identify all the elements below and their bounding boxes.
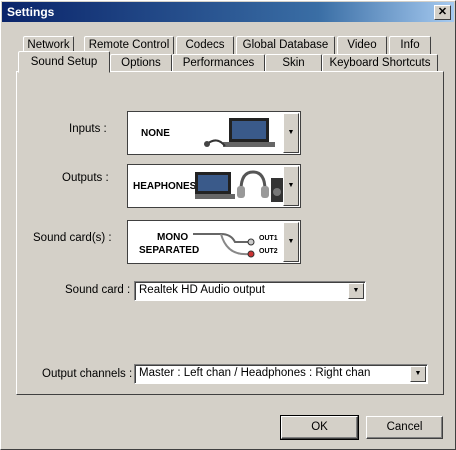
soundcards-picker[interactable]: MONO SEPARATED OUT1 OUT2 ▼ bbox=[127, 220, 301, 264]
dropdown-arrow-icon: ▼ bbox=[287, 129, 295, 136]
output-channels-select[interactable]: Master : Left chan / Headphones : Right … bbox=[134, 364, 428, 384]
soundcard-select-value: Realtek HD Audio output bbox=[139, 284, 265, 296]
outputs-dropdown-button[interactable]: ▼ bbox=[283, 166, 299, 206]
outputs-devices-graphic bbox=[195, 170, 283, 202]
output-channels-label: Output channels : bbox=[42, 368, 133, 380]
window-title: Settings bbox=[7, 5, 55, 19]
outputs-value: HEAPHONES bbox=[133, 181, 197, 192]
tab-info[interactable]: Info bbox=[389, 36, 431, 55]
inputs-dropdown-button[interactable]: ▼ bbox=[283, 113, 299, 153]
title-bar[interactable]: Settings ✕ bbox=[2, 2, 454, 22]
close-icon: ✕ bbox=[437, 6, 448, 18]
soundcards-label: Sound card(s) : bbox=[33, 232, 112, 244]
headphones-icon bbox=[239, 170, 267, 191]
close-button[interactable]: ✕ bbox=[434, 5, 451, 20]
out1-label: OUT1 bbox=[259, 235, 278, 242]
inputs-label: Inputs : bbox=[69, 123, 107, 135]
inputs-image: NONE bbox=[129, 113, 284, 153]
soundcards-dropdown-button[interactable]: ▼ bbox=[283, 222, 299, 262]
inputs-value: NONE bbox=[141, 128, 170, 139]
dropdown-arrow-icon: ▼ bbox=[287, 182, 295, 189]
out2-label: OUT2 bbox=[259, 248, 278, 255]
tab-global-database[interactable]: Global Database bbox=[236, 36, 335, 55]
inputs-picker[interactable]: NONE ▼ bbox=[127, 111, 301, 155]
dropdown-arrow-icon[interactable]: ▼ bbox=[348, 283, 364, 299]
sound-setup-panel: Inputs : NONE ▼ Outputs : HEAPHONES ▼ So… bbox=[16, 71, 444, 395]
tab-codecs[interactable]: Codecs bbox=[176, 36, 234, 55]
outputs-picker[interactable]: HEAPHONES ▼ bbox=[127, 164, 301, 208]
dropdown-arrow-icon[interactable]: ▼ bbox=[410, 366, 426, 382]
outputs-label: Outputs : bbox=[62, 172, 109, 184]
dropdown-arrow-icon: ▼ bbox=[287, 238, 295, 245]
output-channels-select-value: Master : Left chan / Headphones : Right … bbox=[139, 367, 371, 379]
outputs-image: HEAPHONES bbox=[129, 166, 284, 206]
tab-video[interactable]: Video bbox=[337, 36, 387, 55]
soundcards-value-line1: MONO bbox=[157, 232, 189, 243]
soundcard-select[interactable]: Realtek HD Audio output ▼ bbox=[134, 281, 366, 301]
soundcards-image: MONO SEPARATED OUT1 OUT2 bbox=[129, 222, 284, 262]
cable-icon bbox=[193, 233, 255, 258]
settings-window: Settings ✕ Network Remote Control Codecs… bbox=[0, 0, 456, 450]
laptop-icon bbox=[204, 118, 275, 147]
tab-sound-setup[interactable]: Sound Setup bbox=[18, 51, 110, 73]
soundcard-label: Sound card : bbox=[65, 284, 131, 296]
ok-button[interactable]: OK bbox=[280, 415, 359, 440]
cancel-button[interactable]: Cancel bbox=[366, 416, 443, 439]
